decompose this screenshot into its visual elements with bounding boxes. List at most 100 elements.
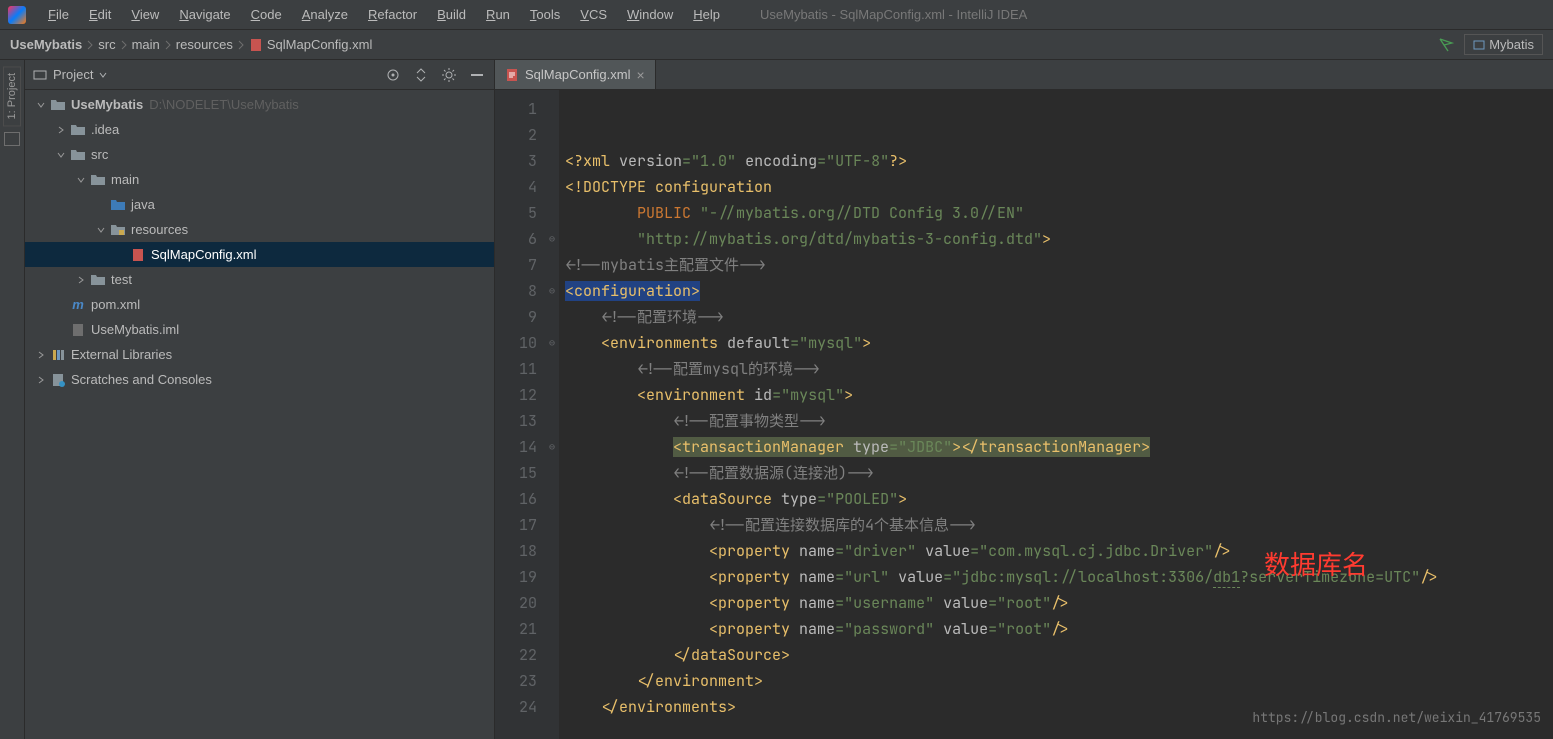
code-line[interactable]: <environments default="mysql"> bbox=[565, 330, 1553, 356]
fold-marker[interactable] bbox=[545, 304, 559, 330]
fold-marker[interactable] bbox=[545, 122, 559, 148]
tree-row[interactable]: resources bbox=[25, 217, 494, 242]
tree-chevron-icon[interactable] bbox=[73, 175, 89, 185]
tool-window-project-tab[interactable]: 1: Project bbox=[3, 66, 21, 126]
fold-marker[interactable] bbox=[545, 694, 559, 720]
menu-analyze[interactable]: Analyze bbox=[292, 3, 358, 26]
project-panel-title[interactable]: Project bbox=[53, 67, 93, 82]
gear-icon[interactable] bbox=[440, 66, 458, 84]
code-line[interactable]: <!--配置mysql的环境--> bbox=[565, 356, 1553, 382]
tree-row[interactable]: src bbox=[25, 142, 494, 167]
menu-navigate[interactable]: Navigate bbox=[169, 3, 240, 26]
project-tree[interactable]: UseMybatisD:\NODELET\UseMybatis.ideasrcm… bbox=[25, 90, 494, 739]
breadcrumb-item[interactable]: src bbox=[98, 37, 115, 52]
fold-marker[interactable] bbox=[545, 642, 559, 668]
tree-row[interactable]: java bbox=[25, 192, 494, 217]
hide-panel-icon[interactable] bbox=[468, 66, 486, 84]
tree-chevron-icon[interactable] bbox=[73, 275, 89, 285]
code-line[interactable]: <!--配置环境--> bbox=[565, 304, 1553, 330]
code-line[interactable]: <!--配置事物类型--> bbox=[565, 408, 1553, 434]
tree-chevron-icon[interactable] bbox=[53, 125, 69, 135]
breadcrumb-item[interactable]: main bbox=[132, 37, 160, 52]
editor-body[interactable]: 123456789101112131415161718192021222324 … bbox=[495, 90, 1553, 739]
fold-marker[interactable] bbox=[545, 538, 559, 564]
menu-vcs[interactable]: VCS bbox=[570, 3, 617, 26]
chevron-down-icon[interactable] bbox=[99, 71, 107, 79]
code-line[interactable]: PUBLIC "-//mybatis.org//DTD Config 3.0//… bbox=[565, 200, 1553, 226]
fold-gutter[interactable]: ⊖ ⊖ ⊖ ⊖ bbox=[545, 90, 559, 739]
menu-window[interactable]: Window bbox=[617, 3, 683, 26]
code-line[interactable]: <!--配置连接数据库的4个基本信息--> bbox=[565, 512, 1553, 538]
fold-marker[interactable]: ⊖ bbox=[545, 330, 559, 356]
locate-icon[interactable] bbox=[384, 66, 402, 84]
code-line[interactable]: <property name="driver" value="com.mysql… bbox=[565, 538, 1553, 564]
structure-tool-icon[interactable] bbox=[4, 132, 20, 146]
code-line[interactable]: <!--配置数据源(连接池)--> bbox=[565, 460, 1553, 486]
fold-marker[interactable] bbox=[545, 564, 559, 590]
code-line[interactable]: <property name="username" value="root"/> bbox=[565, 590, 1553, 616]
fold-marker[interactable] bbox=[545, 668, 559, 694]
code-line[interactable]: <!DOCTYPE configuration bbox=[565, 174, 1553, 200]
menu-code[interactable]: Code bbox=[241, 3, 292, 26]
code-line[interactable]: <transactionManager type="JDBC"></transa… bbox=[565, 434, 1553, 460]
menu-view[interactable]: View bbox=[121, 3, 169, 26]
code-line[interactable]: <configuration> bbox=[565, 278, 1553, 304]
fold-marker[interactable] bbox=[545, 486, 559, 512]
code-line[interactable]: <property name="url" value="jdbc:mysql:/… bbox=[565, 564, 1553, 590]
fold-marker[interactable] bbox=[545, 382, 559, 408]
tree-row[interactable]: UseMybatisD:\NODELET\UseMybatis bbox=[25, 92, 494, 117]
tree-row[interactable]: mpom.xml bbox=[25, 292, 494, 317]
menu-tools[interactable]: Tools bbox=[520, 3, 570, 26]
fold-marker[interactable]: ⊖ bbox=[545, 434, 559, 460]
code-area[interactable]: <?xml version="1.0" encoding="UTF-8"?><!… bbox=[559, 90, 1553, 739]
fold-marker[interactable] bbox=[545, 512, 559, 538]
code-line[interactable]: </dataSource> bbox=[565, 642, 1553, 668]
menu-edit[interactable]: Edit bbox=[79, 3, 121, 26]
expand-all-icon[interactable] bbox=[412, 66, 430, 84]
fold-marker[interactable] bbox=[545, 200, 559, 226]
tree-row[interactable]: .idea bbox=[25, 117, 494, 142]
fold-marker[interactable] bbox=[545, 174, 559, 200]
tree-chevron-icon[interactable] bbox=[33, 375, 49, 385]
menu-refactor[interactable]: Refactor bbox=[358, 3, 427, 26]
build-icon[interactable] bbox=[1438, 37, 1454, 53]
tree-chevron-icon[interactable] bbox=[33, 350, 49, 360]
code-line[interactable]: <!--mybatis主配置文件--> bbox=[565, 252, 1553, 278]
code-line[interactable]: <property name="password" value="root"/> bbox=[565, 616, 1553, 642]
tree-chevron-icon[interactable] bbox=[53, 150, 69, 160]
tree-row[interactable]: test bbox=[25, 267, 494, 292]
breadcrumb-item[interactable]: resources bbox=[176, 37, 233, 52]
close-tab-icon[interactable]: × bbox=[637, 67, 645, 83]
fold-marker[interactable] bbox=[545, 96, 559, 122]
fold-marker[interactable] bbox=[545, 252, 559, 278]
project-dropdown-icon[interactable] bbox=[33, 68, 47, 82]
tree-row[interactable]: Scratches and Consoles bbox=[25, 367, 494, 392]
breadcrumb-item[interactable]: UseMybatis bbox=[10, 37, 82, 52]
fold-marker[interactable] bbox=[545, 590, 559, 616]
fold-marker[interactable] bbox=[545, 148, 559, 174]
menu-build[interactable]: Build bbox=[427, 3, 476, 26]
menu-run[interactable]: Run bbox=[476, 3, 520, 26]
tree-row[interactable]: SqlMapConfig.xml bbox=[25, 242, 494, 267]
fold-marker[interactable] bbox=[545, 408, 559, 434]
fold-marker[interactable]: ⊖ bbox=[545, 278, 559, 304]
fold-marker[interactable] bbox=[545, 616, 559, 642]
file-tab-sqlmapconfig[interactable]: SqlMapConfig.xml × bbox=[495, 60, 656, 89]
tree-row[interactable]: External Libraries bbox=[25, 342, 494, 367]
fold-marker[interactable] bbox=[545, 356, 559, 382]
code-line[interactable]: <dataSource type="POOLED"> bbox=[565, 486, 1553, 512]
code-line[interactable]: <?xml version="1.0" encoding="UTF-8"?> bbox=[565, 148, 1553, 174]
code-line[interactable]: "http://mybatis.org/dtd/mybatis-3-config… bbox=[565, 226, 1553, 252]
tree-row[interactable]: main bbox=[25, 167, 494, 192]
breadcrumb-file[interactable]: SqlMapConfig.xml bbox=[249, 37, 373, 52]
tree-chevron-icon[interactable] bbox=[33, 100, 49, 110]
fold-marker[interactable]: ⊖ bbox=[545, 226, 559, 252]
code-line[interactable]: </environment> bbox=[565, 668, 1553, 694]
code-line[interactable]: <environment id="mysql"> bbox=[565, 382, 1553, 408]
tree-row[interactable]: UseMybatis.iml bbox=[25, 317, 494, 342]
menu-help[interactable]: Help bbox=[683, 3, 730, 26]
fold-marker[interactable] bbox=[545, 460, 559, 486]
tool-window-mybatis[interactable]: Mybatis bbox=[1464, 34, 1543, 55]
tree-chevron-icon[interactable] bbox=[93, 225, 109, 235]
menu-file[interactable]: File bbox=[38, 3, 79, 26]
